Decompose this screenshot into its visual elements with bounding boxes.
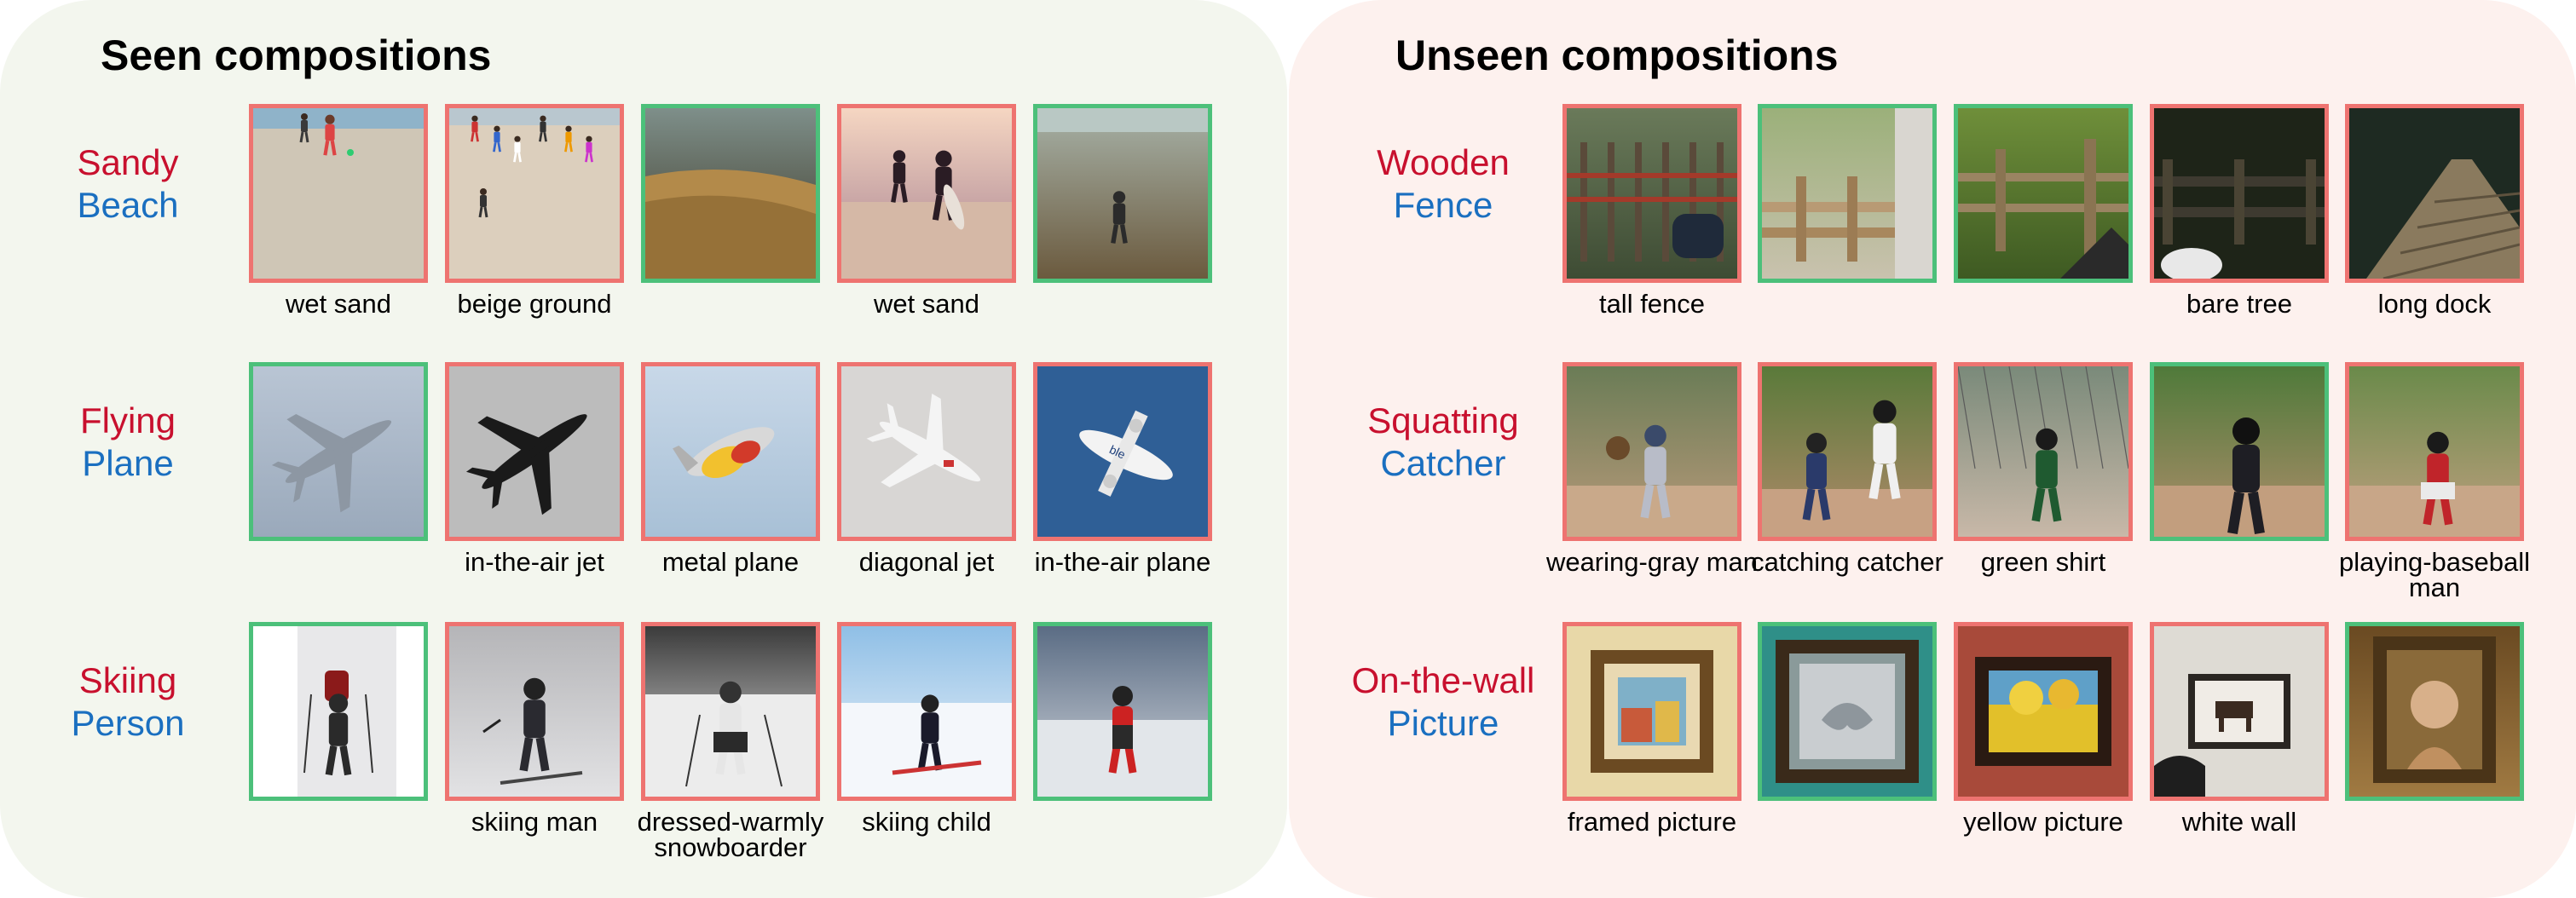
skiing-person-image-2	[445, 622, 624, 801]
skiing-person-image-3	[641, 622, 820, 801]
squatting-catcher-image-1	[1562, 362, 1741, 541]
skiing-person-image-4	[837, 622, 1016, 801]
image-caption: tall fence	[1598, 289, 1706, 319]
image-caption: framed picture	[1567, 807, 1737, 837]
seen-object-label: Plane	[82, 443, 174, 483]
image-caption: green shirt	[1980, 547, 2106, 577]
sandy-beach-image-3	[641, 104, 820, 283]
image-caption: long dock	[2377, 289, 2492, 319]
unseen-title: Unseen compositions	[1395, 32, 1839, 79]
seen-object-label: Person	[71, 703, 185, 743]
sandy-beach-image-4	[837, 104, 1016, 283]
skiing-person-image-5	[1033, 622, 1212, 801]
on-the-wall-picture-image-4	[2150, 622, 2329, 801]
image-caption: white wall	[2181, 807, 2297, 837]
unseen-attribute-label: Squatting	[1367, 400, 1519, 440]
seen-attribute-label: Skiing	[78, 660, 177, 700]
wooden-fence-image-4	[2150, 104, 2329, 283]
sandy-beach-image-2	[445, 104, 624, 283]
seen-attribute-label: Flying	[79, 400, 176, 440]
image-caption: beige ground	[457, 289, 612, 319]
unseen-object-label: Fence	[1393, 185, 1493, 225]
image-caption: skiing child	[862, 807, 991, 837]
seen-title: Seen compositions	[101, 32, 492, 79]
seen-attribute-label: Sandy	[77, 142, 179, 182]
flying-plane-image-3	[641, 362, 820, 541]
image-caption: in-the-air plane	[1034, 547, 1211, 577]
seen-object-label: Beach	[77, 185, 179, 225]
wooden-fence-image-2	[1758, 104, 1937, 283]
on-the-wall-picture-image-5	[2345, 622, 2524, 801]
wooden-fence-image-5	[2345, 104, 2524, 283]
sandy-beach-image-5	[1033, 104, 1212, 283]
squatting-catcher-image-2	[1758, 362, 1937, 541]
skiing-person-image-1	[249, 622, 428, 801]
squatting-catcher-image-3	[1954, 362, 2133, 541]
flying-plane-image-1	[249, 362, 428, 541]
sandy-beach-image-1	[249, 104, 428, 283]
image-caption: playing-baseball man	[2338, 547, 2531, 602]
squatting-catcher-image-5	[2345, 362, 2524, 541]
unseen-object-label: Catcher	[1380, 443, 1506, 483]
flying-plane-image-5: ble	[1033, 362, 1212, 541]
unseen-object-label: Picture	[1387, 703, 1499, 743]
squatting-catcher-image-4	[2150, 362, 2329, 541]
on-the-wall-picture-image-2	[1758, 622, 1937, 801]
flying-plane-image-2	[445, 362, 624, 541]
flying-plane-image-4	[837, 362, 1016, 541]
image-caption: wet sand	[873, 289, 980, 319]
unseen-attribute-label: On-the-wall	[1351, 660, 1535, 700]
wooden-fence-image-3	[1954, 104, 2133, 283]
wooden-fence-image-1	[1562, 104, 1741, 283]
on-the-wall-picture-image-1	[1562, 622, 1741, 801]
unseen-attribute-label: Wooden	[1377, 142, 1510, 182]
on-the-wall-picture-image-3	[1954, 622, 2133, 801]
